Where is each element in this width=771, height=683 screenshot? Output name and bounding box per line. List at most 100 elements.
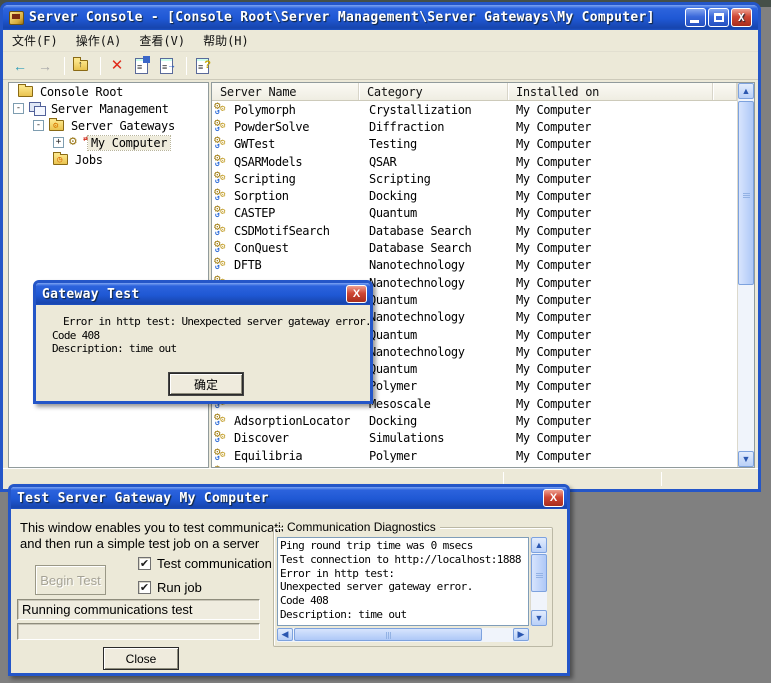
scroll-down-icon[interactable]: ▼ xyxy=(738,451,754,467)
installed-on-cell: My Computer xyxy=(516,137,592,152)
diagnostics-horizontal-scrollbar[interactable]: ◀ ▶ xyxy=(277,628,529,642)
toolbar-separator xyxy=(64,56,65,75)
installed-on-cell: My Computer xyxy=(516,327,592,342)
minimize-button[interactable] xyxy=(685,8,706,27)
tree-item-server-management[interactable]: - Server Management xyxy=(9,100,208,117)
server-list-pane: Server Name Category Installed on ⚙ ⚙ ↺ Po… xyxy=(211,82,755,468)
installed-on-cell: My Computer xyxy=(516,258,592,273)
test-communication-checkbox[interactable]: ✔ Test communication xyxy=(138,556,272,571)
intro-text-line1: This window enables you to test communic… xyxy=(20,520,302,535)
category-cell: Quantum xyxy=(369,362,417,377)
dialog-titlebar[interactable]: Test Server Gateway My Computer xyxy=(11,487,567,509)
dialog-title: Test Server Gateway My Computer xyxy=(17,490,269,506)
column-header-installed-on[interactable]: Installed on xyxy=(508,83,713,100)
diagnostics-line: Unexpected server gateway error. xyxy=(280,580,473,594)
titlebar[interactable]: Server Console - [Console Root\Server Ma… xyxy=(3,5,758,30)
menu-action[interactable]: 操作(A) xyxy=(67,30,131,51)
collapse-expander-icon[interactable]: - xyxy=(33,120,44,131)
checkbox-checked-icon[interactable]: ✔ xyxy=(138,581,151,594)
server-list-row[interactable]: ⚙ ⚙ ↺ AdsorptionLocator Docking My Compute… xyxy=(212,410,737,429)
maximize-button[interactable] xyxy=(708,8,729,27)
run-job-checkbox[interactable]: ✔ Run job xyxy=(138,580,202,595)
category-cell: Mesoscale xyxy=(369,396,431,411)
dialog-close-icon[interactable]: X xyxy=(543,489,564,507)
category-cell: Nanotechnology xyxy=(369,258,465,273)
dialog-close-icon[interactable]: X xyxy=(346,285,367,303)
installed-on-cell: My Computer xyxy=(516,154,592,169)
properties-icon[interactable] xyxy=(131,55,153,76)
forward-icon[interactable]: → xyxy=(34,56,56,76)
menu-view[interactable]: 查看(V) xyxy=(130,30,194,51)
list-vertical-scrollbar[interactable]: ▲ ▼ xyxy=(737,83,754,467)
scrollbar-thumb[interactable] xyxy=(738,101,754,285)
tree-item-console-root[interactable]: Console Root xyxy=(9,83,208,100)
window-title: Server Console - [Console Root\Server Ma… xyxy=(29,10,655,25)
toolbar-separator xyxy=(100,56,101,75)
scrollbar-thumb[interactable] xyxy=(294,628,482,641)
server-name-cell: ConQuest xyxy=(234,241,289,256)
scroll-down-icon[interactable]: ▼ xyxy=(531,610,547,626)
server-list-row[interactable]: ⚙ ⚙ ↺ Sorption Docking My Computer xyxy=(212,186,737,204)
ok-button[interactable]: 确定 xyxy=(168,372,244,396)
category-cell: Docking xyxy=(369,413,417,428)
server-list-row[interactable]: ⚙ ⚙ ↺ ConQuest Database Search My Computer xyxy=(212,238,737,256)
tree-item-my-computer[interactable]: + ⚙ ⇄ My Computer xyxy=(9,134,208,151)
up-one-level-icon[interactable]: ↑ xyxy=(70,56,92,76)
scroll-right-icon[interactable]: ▶ xyxy=(513,628,529,641)
scroll-up-icon[interactable]: ▲ xyxy=(738,83,754,99)
folder-icon xyxy=(18,83,35,99)
menu-file[interactable]: 文件(F) xyxy=(3,30,67,51)
installed-on-cell: My Computer xyxy=(516,396,592,411)
diagnostics-vertical-scrollbar[interactable]: ▲ ▼ xyxy=(530,537,547,626)
server-list-row[interactable]: ⚙ ⚙ ↺ QSARModels QSAR My Computer xyxy=(212,151,737,170)
column-header-blank xyxy=(713,83,737,100)
server-list-row[interactable]: ⚙⚙↺ xyxy=(212,462,737,467)
server-list-row[interactable]: ⚙ ⚙ ↺ Scripting Scripting My Computer xyxy=(212,168,737,187)
scrollbar-thumb[interactable] xyxy=(531,554,547,592)
dialog-titlebar[interactable]: Gateway Test xyxy=(36,283,370,305)
export-list-icon[interactable] xyxy=(156,55,178,76)
begin-test-button[interactable]: Begin Test xyxy=(35,565,106,595)
server-list-row[interactable]: ⚙ ⚙ ↺ Polymorph Crystallization My Compute… xyxy=(212,101,737,118)
checkbox-checked-icon[interactable]: ✔ xyxy=(138,557,151,570)
help-icon[interactable] xyxy=(192,55,214,76)
server-list-row[interactable]: ⚙ ⚙ ↺ PowderSolve Diffraction My Computer xyxy=(212,116,737,135)
expand-expander-icon[interactable]: + xyxy=(53,137,64,148)
server-name-cell: Discover xyxy=(234,431,289,446)
gateway-gear-icon: ⚙ ⇄ xyxy=(69,133,88,149)
server-list-row[interactable]: ⚙ ⚙ ↺ GWTest Testing My Computer xyxy=(212,134,737,153)
category-cell: Quantum xyxy=(369,292,417,307)
server-list-row[interactable]: ⚙ ⚙ ↺ Discover Simulations My Computer xyxy=(212,428,737,447)
server-name-cell: AdsorptionLocator xyxy=(234,413,351,428)
installed-on-cell: My Computer xyxy=(516,310,592,325)
console-tree: Console Root - Server Management - ⚙ Ser… xyxy=(8,82,209,468)
scroll-up-icon[interactable]: ▲ xyxy=(531,537,547,553)
collapse-expander-icon[interactable]: - xyxy=(13,103,24,114)
tree-item-server-gateways[interactable]: - ⚙ Server Gateways xyxy=(9,117,208,134)
server-list-row[interactable]: ⚙ ⚙ ↺ CASTEP Quantum My Computer xyxy=(212,203,737,222)
server-list-row[interactable]: ⚙ ⚙ ↺ Equilibria Polymer My Computer xyxy=(212,445,737,464)
server-gears-icon: ⚙⚙↺ xyxy=(212,462,234,467)
menu-help[interactable]: 帮助(H) xyxy=(194,30,258,51)
diagnostics-output[interactable]: Ping round trip time was 0 msecs Test con… xyxy=(277,537,529,626)
server-name-cell: DFTB xyxy=(234,258,262,273)
app-icon xyxy=(9,10,24,25)
checkbox-label: Test communication xyxy=(157,556,272,571)
server-list-row[interactable]: ⚙ ⚙ ↺ DFTB Nanotechnology My Computer xyxy=(212,255,737,274)
category-cell: Testing xyxy=(369,137,417,152)
installed-on-cell: My Computer xyxy=(516,223,592,238)
close-button[interactable]: X xyxy=(731,8,752,27)
diagnostics-line: Code 408 xyxy=(280,594,329,608)
scroll-left-icon[interactable]: ◀ xyxy=(277,628,293,641)
delete-icon[interactable]: ✕ xyxy=(106,56,128,76)
intro-text-line2: and then run a simple test job on a serv… xyxy=(20,536,260,551)
error-message-line3: Description: time out xyxy=(52,342,177,355)
tree-item-jobs[interactable]: ◷ Jobs xyxy=(9,151,208,168)
back-icon[interactable]: ← xyxy=(9,56,31,76)
server-name-cell: Sorption xyxy=(234,189,289,204)
column-header-server-name[interactable]: Server Name xyxy=(212,83,359,100)
server-list-row[interactable]: ⚙ ⚙ ↺ CSDMotifSearch Database Search My Co… xyxy=(212,220,737,239)
close-dialog-button[interactable]: Close xyxy=(103,647,179,670)
column-header-category[interactable]: Category xyxy=(359,83,508,100)
installed-on-cell: My Computer xyxy=(516,241,592,256)
